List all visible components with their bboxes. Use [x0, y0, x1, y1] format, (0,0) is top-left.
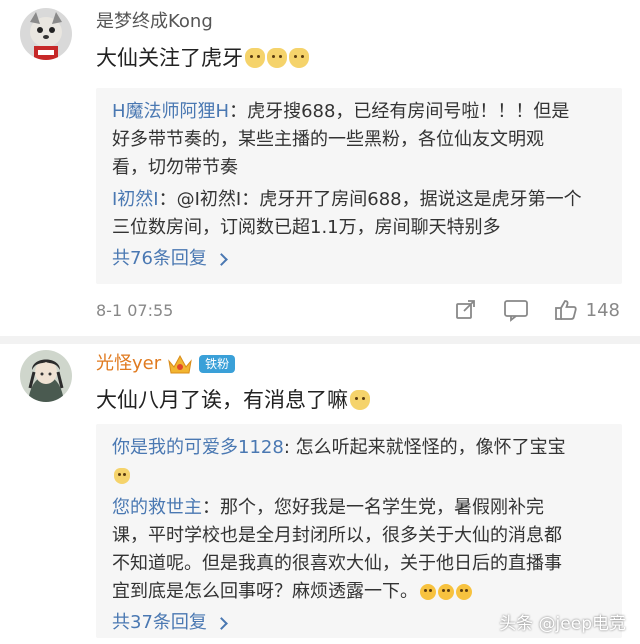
more-replies-link[interactable]: 共76条回复: [112, 246, 608, 272]
crying-emoji-icon: [438, 584, 454, 600]
comment-item: 是梦终成Kong 大仙关注了虎牙 H魔法师阿狸H：虎牙搜688，已经有房间号啦！…: [0, 0, 640, 336]
doge-emoji-icon: [267, 48, 287, 68]
reply-preview-box[interactable]: H魔法师阿狸H：虎牙搜688，已经有房间号啦！！！但是 好多带节奏的，某些主播的…: [96, 88, 622, 284]
username-label[interactable]: 光怪yer: [96, 352, 161, 376]
avatar[interactable]: [20, 8, 72, 60]
reply-text: 看，切勿带节奏: [112, 157, 238, 178]
comment-icon[interactable]: [502, 297, 530, 323]
reply-preview-box[interactable]: 你是我的可爱多1128: 怎么听起来就怪怪的，像怀了宝宝 您的救世主：那个，您好…: [96, 424, 622, 638]
comment-text-content: 大仙关注了虎牙: [96, 46, 243, 70]
thumbs-up-icon[interactable]: [552, 297, 580, 323]
comment-item: 光怪yer 铁粉 大仙八月了诶，有消息了嘛 你是我的可爱多1128: 怎么听起来…: [0, 336, 640, 644]
doge-emoji-icon: [114, 468, 130, 484]
reply-item: H魔法师阿狸H：虎牙搜688，已经有房间号啦！！！但是 好多带节奏的，某些主播的…: [112, 98, 608, 182]
crying-emoji-icon: [420, 584, 436, 600]
crown-icon: [167, 353, 193, 375]
reply-text: 三位数房间，订阅数已超1.1万，房间聊天特别多: [112, 217, 501, 238]
reply-text: 不知道呢。但是我真的很喜欢大仙，关于他日后的直播事: [112, 553, 562, 574]
comment-meta: 8-1 07:55 148: [96, 298, 620, 322]
comment-text: 大仙八月了诶，有消息了嘛: [96, 385, 370, 415]
reply-text: 宜到底是怎么回事呀？麻烦透露一下。: [112, 581, 418, 602]
reply-author[interactable]: I初然I: [112, 189, 159, 210]
like-count: 148: [585, 299, 620, 321]
reply-text: : 怎么听起来就怪怪的，像怀了宝宝: [283, 437, 566, 458]
crying-emoji-icon: [456, 584, 472, 600]
reply-author[interactable]: 你是我的可爱多1128: [112, 437, 284, 458]
comment-actions: 148: [452, 297, 620, 323]
comment-text: 大仙关注了虎牙: [96, 43, 309, 73]
reply-text: ：虎牙搜688，已经有房间号啦！！！但是: [229, 101, 570, 122]
reply-item: 您的救世主：那个，您好我是一名学生党，暑假刚补完 课，平时学校也是全月封闭所以，…: [112, 494, 608, 606]
reply-author[interactable]: H魔法师阿狸H: [112, 101, 229, 122]
reply-text: ：@I初然I：虎牙开了房间688，据说这是虎牙第一个: [158, 189, 582, 210]
doge-emoji-icon: [289, 48, 309, 68]
reply-item: 你是我的可爱多1128: 怎么听起来就怪怪的，像怀了宝宝: [112, 434, 608, 490]
reply-item: I初然I：@I初然I：虎牙开了房间688，据说这是虎牙第一个 三位数房间，订阅数…: [112, 186, 608, 242]
share-icon[interactable]: [452, 297, 480, 323]
chevron-right-icon: [215, 252, 228, 266]
reply-author[interactable]: 您的救世主: [112, 497, 202, 518]
reply-text: 好多带节奏的，某些主播的一些黑粉，各位仙友文明观: [112, 129, 544, 150]
reply-text: 课，平时学校也是全月封闭所以，很多关于大仙的消息都: [112, 525, 562, 546]
chevron-right-icon: [215, 616, 228, 630]
watermark: 头条 @jeep电竞: [499, 614, 626, 634]
more-replies-label: 共76条回复: [112, 248, 207, 269]
more-replies-label: 共37条回复: [112, 612, 207, 633]
doge-emoji-icon: [245, 48, 265, 68]
like-group[interactable]: 148: [552, 297, 620, 323]
fan-badge: 铁粉: [199, 355, 236, 373]
timestamp: 8-1 07:55: [96, 300, 174, 320]
username[interactable]: 是梦终成Kong: [96, 10, 213, 34]
reply-text: ：那个，您好我是一名学生党，暑假刚补完: [202, 497, 544, 518]
doge-emoji-icon: [350, 390, 370, 410]
avatar[interactable]: [20, 350, 72, 402]
username: 光怪yer 铁粉: [96, 352, 236, 376]
comment-text-content: 大仙八月了诶，有消息了嘛: [96, 388, 348, 412]
